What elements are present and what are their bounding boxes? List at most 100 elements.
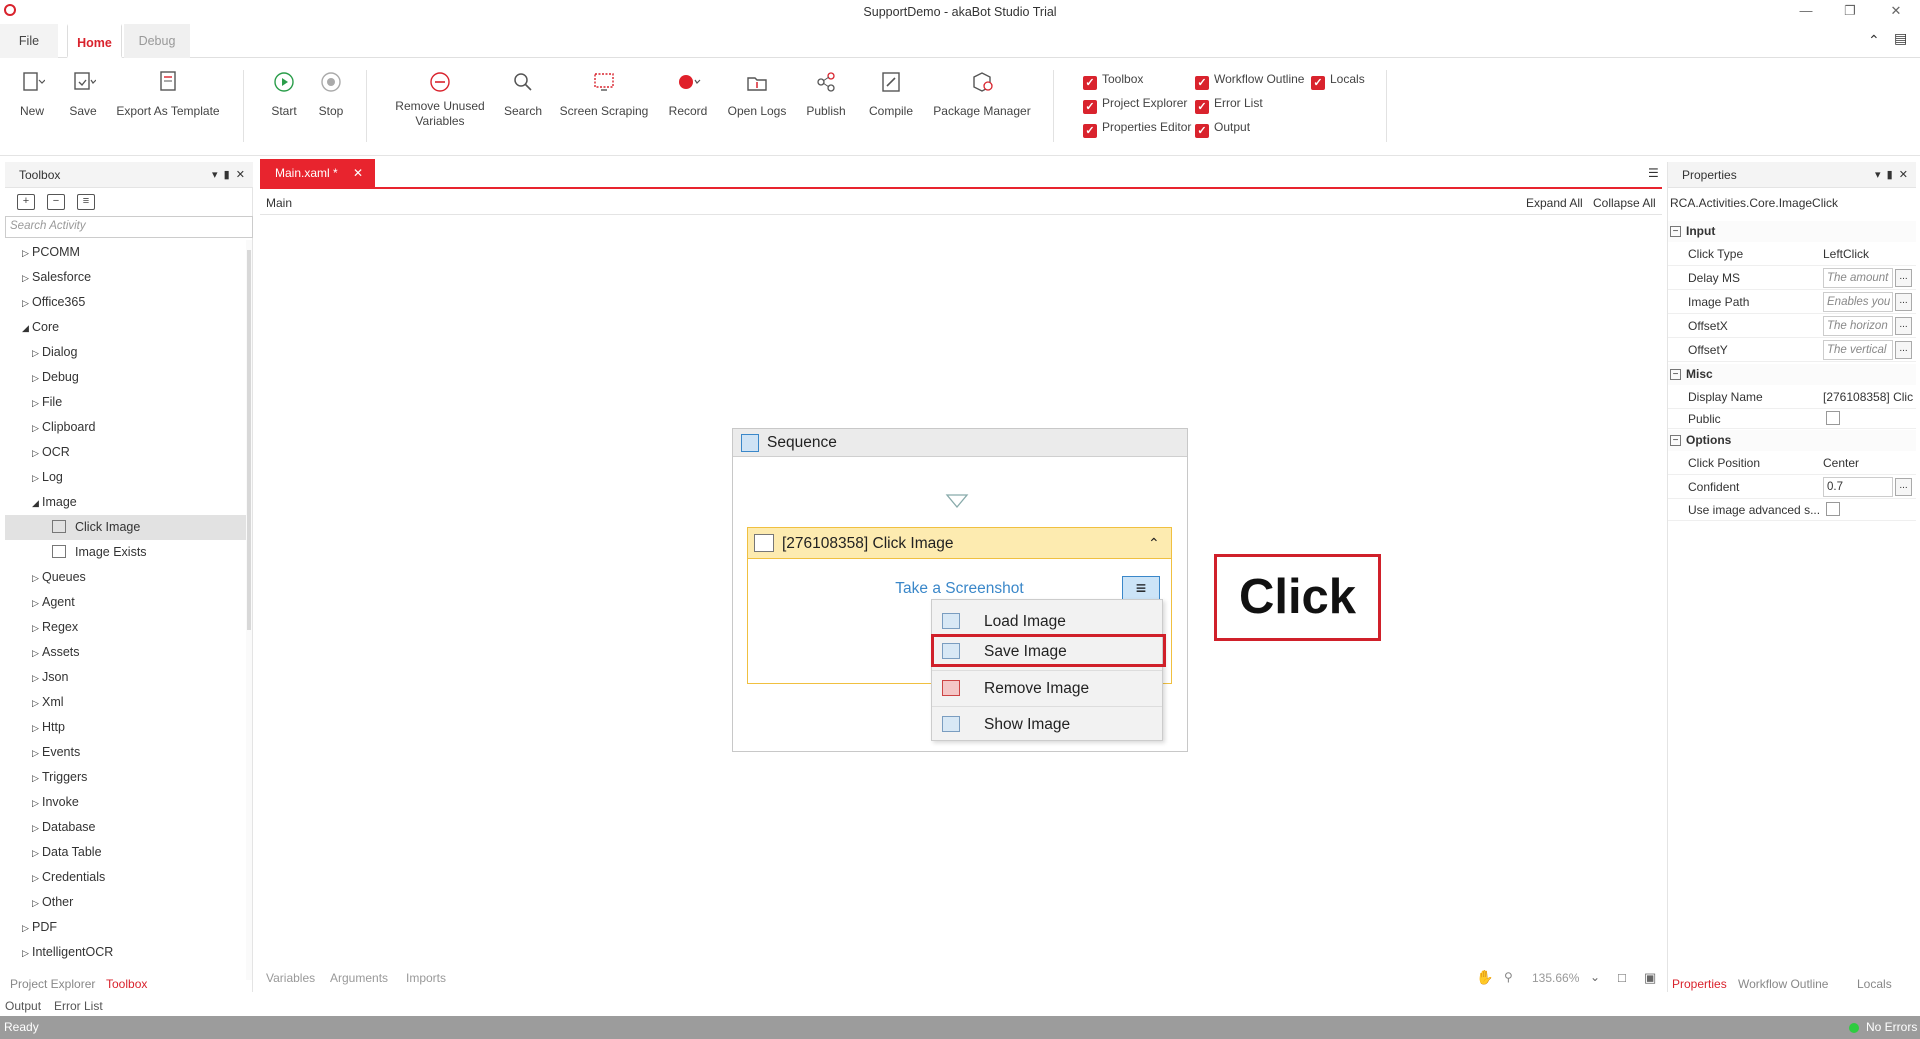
collapsed-arrow-icon[interactable]: ▷	[32, 791, 42, 816]
tree-item[interactable]: ▷ Json	[5, 665, 247, 690]
tab-file[interactable]: File	[0, 24, 58, 58]
save-button[interactable]: Save	[62, 70, 104, 130]
collapsed-arrow-icon[interactable]: ▷	[32, 841, 42, 866]
offset-y-input[interactable]: The vertical	[1823, 340, 1893, 360]
collapsed-arrow-icon[interactable]: ▷	[32, 616, 42, 641]
prop-display-name[interactable]: Display Name [276108358] Clic	[1668, 385, 1916, 409]
collapsed-arrow-icon[interactable]: ▷	[32, 866, 42, 891]
close-tab-icon[interactable]: ✕	[353, 159, 363, 187]
prop-click-position[interactable]: Click Position Center	[1668, 451, 1916, 475]
collapsed-arrow-icon[interactable]: ▷	[32, 816, 42, 841]
collapse-ribbon-icon[interactable]: ⌃	[1868, 32, 1880, 49]
collapsed-arrow-icon[interactable]: ▷	[32, 416, 42, 441]
close-icon[interactable]: ✕	[1899, 169, 1908, 181]
tree-item[interactable]: ▷ PDF	[5, 915, 247, 940]
breadcrumb[interactable]: Main	[266, 189, 292, 217]
tree-item[interactable]: ▷ Invoke	[5, 790, 247, 815]
export-template-button[interactable]: Export As Template	[112, 70, 224, 130]
menu-item-remove-image[interactable]: Remove Image	[932, 670, 1162, 705]
tree-item[interactable]: ▷ Debug	[5, 365, 247, 390]
tree-item[interactable]: ▷ Regex	[5, 615, 247, 640]
publish-button[interactable]: Publish	[802, 70, 850, 130]
collapsed-arrow-icon[interactable]: ▷	[32, 466, 42, 491]
tree-item[interactable]: ◢ Image	[5, 490, 247, 515]
tree-item[interactable]: ▷ Salesforce	[5, 265, 247, 290]
collapsed-arrow-icon[interactable]: ▷	[32, 366, 42, 391]
tree-item[interactable]: ▷ Assets	[5, 640, 247, 665]
use-advanced-checkbox[interactable]	[1826, 502, 1840, 516]
properties-editor-toggle[interactable]: ✓ Properties Editor	[1083, 119, 1191, 138]
tab-main-xaml[interactable]: Main.xaml * ✕	[260, 159, 375, 187]
collapsed-arrow-icon[interactable]: ▷	[22, 241, 32, 266]
delay-ms-input[interactable]: The amount	[1823, 268, 1893, 288]
collapsed-arrow-icon[interactable]: ▷	[32, 341, 42, 366]
category-misc[interactable]: − Misc	[1668, 364, 1916, 385]
tree-item[interactable]: ▷ IntelligentOCR	[5, 940, 247, 965]
tab-properties[interactable]: Properties	[1672, 974, 1727, 994]
collapse-activity-icon[interactable]: ⌃	[1148, 528, 1160, 559]
tree-item[interactable]: ▷ Agent	[5, 590, 247, 615]
offset-x-input[interactable]: The horizon	[1823, 316, 1893, 336]
collapse-all-link[interactable]: Collapse All	[1593, 189, 1656, 217]
compile-button[interactable]: Compile	[866, 70, 916, 130]
prop-offset-y[interactable]: OffsetY The vertical...	[1668, 338, 1916, 362]
expand-all-link[interactable]: Expand All	[1526, 189, 1583, 217]
collapsed-arrow-icon[interactable]: ▷	[32, 666, 42, 691]
locals-toggle[interactable]: ✓ Locals	[1311, 71, 1365, 90]
public-checkbox[interactable]	[1826, 411, 1840, 425]
close-icon[interactable]: ✕	[236, 169, 245, 181]
collapsed-arrow-icon[interactable]: ▷	[32, 691, 42, 716]
pan-hand-icon[interactable]: ✋	[1476, 969, 1493, 986]
tab-home[interactable]: Home	[67, 24, 122, 58]
workflow-outline-toggle[interactable]: ✓ Workflow Outline	[1195, 71, 1304, 90]
stop-button[interactable]: Stop	[311, 70, 351, 130]
collapse-all-icon[interactable]: −	[47, 194, 65, 210]
collapsed-arrow-icon[interactable]: ▷	[22, 941, 32, 966]
collapsed-arrow-icon[interactable]: ▷	[32, 891, 42, 916]
collapsed-arrow-icon[interactable]: ▷	[32, 566, 42, 591]
tab-project-explorer[interactable]: Project Explorer	[10, 974, 95, 994]
collapse-category-icon[interactable]: −	[1670, 435, 1681, 446]
overview-map-icon[interactable]: ▣	[1644, 970, 1656, 986]
expanded-arrow-icon[interactable]: ◢	[32, 491, 42, 516]
list-view-icon[interactable]: ≡	[77, 194, 95, 210]
prop-public[interactable]: Public	[1668, 409, 1916, 429]
tab-variables[interactable]: Variables	[266, 971, 315, 985]
collapsed-arrow-icon[interactable]: ▷	[22, 291, 32, 316]
feedback-icon[interactable]: ▤	[1894, 30, 1907, 47]
sequence-header[interactable]: Sequence	[733, 429, 1187, 457]
pin-icon[interactable]: ▮	[1887, 169, 1893, 181]
collapsed-arrow-icon[interactable]: ▷	[32, 741, 42, 766]
restore-icon[interactable]: ❐	[1840, 2, 1860, 20]
open-logs-button[interactable]: Open Logs	[724, 70, 790, 130]
tree-item[interactable]: Click Image	[5, 515, 247, 540]
fit-to-screen-icon[interactable]: □	[1618, 970, 1626, 985]
collapsed-arrow-icon[interactable]: ▷	[32, 641, 42, 666]
collapsed-arrow-icon[interactable]: ▷	[32, 591, 42, 616]
tree-item[interactable]: ▷ OCR	[5, 440, 247, 465]
menu-item-show-image[interactable]: Show Image	[932, 706, 1162, 741]
screen-scraping-button[interactable]: Screen Scraping	[558, 70, 650, 130]
zoom-level[interactable]: 135.66%	[1532, 971, 1579, 985]
tree-item[interactable]: ▷ Clipboard	[5, 415, 247, 440]
collapse-category-icon[interactable]: −	[1670, 369, 1681, 380]
tab-debug[interactable]: Debug	[124, 24, 190, 58]
tree-item[interactable]: ▷ Http	[5, 715, 247, 740]
image-path-input[interactable]: Enables you	[1823, 292, 1893, 312]
tab-arguments[interactable]: Arguments	[330, 971, 388, 985]
tree-item[interactable]: ▷ PCOMM	[5, 240, 247, 265]
error-list-toggle[interactable]: ✓ Error List	[1195, 95, 1263, 114]
prop-delay-ms[interactable]: Delay MS The amount...	[1668, 266, 1916, 290]
category-input[interactable]: − Input	[1668, 221, 1916, 242]
minimize-icon[interactable]: —	[1796, 2, 1816, 20]
ellipsis-button[interactable]: ...	[1895, 269, 1912, 287]
zoom-dropdown-icon[interactable]: ⌄	[1590, 970, 1600, 984]
search-button[interactable]: Search	[500, 70, 546, 130]
collapse-category-icon[interactable]: −	[1670, 226, 1681, 237]
tree-item[interactable]: ▷ Data Table	[5, 840, 247, 865]
hamburger-menu-icon[interactable]: ≡	[1122, 576, 1160, 600]
start-button[interactable]: Start	[264, 70, 304, 130]
zoom-icon[interactable]: ⚲	[1504, 970, 1513, 984]
tab-locals[interactable]: Locals	[1857, 974, 1892, 994]
prop-offset-x[interactable]: OffsetX The horizon...	[1668, 314, 1916, 338]
